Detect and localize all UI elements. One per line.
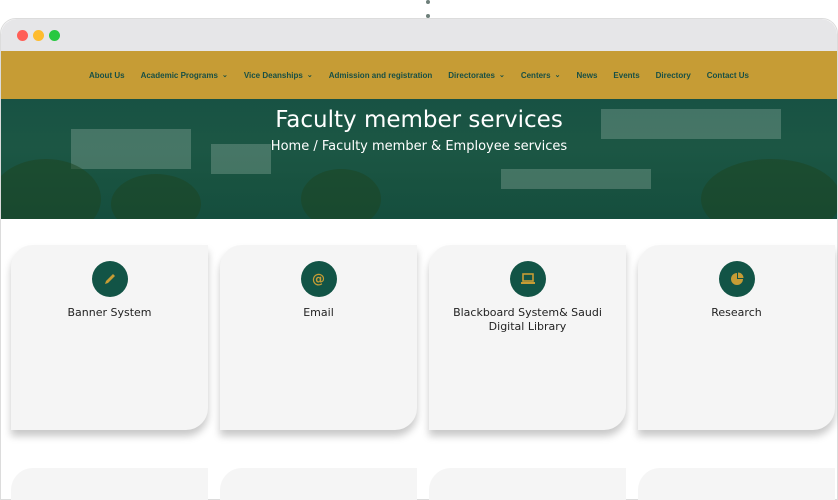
nav-label: Directory: [655, 70, 691, 80]
tree-image: [701, 159, 837, 219]
service-card-blackboard[interactable]: Blackboard System& Saudi Digital Library: [429, 245, 626, 430]
nav-item-about-us[interactable]: About Us: [89, 71, 125, 80]
pencil-icon: [91, 261, 128, 297]
tree-image: [301, 169, 381, 219]
service-card-label: Research: [711, 306, 762, 319]
close-window-button[interactable]: [17, 30, 28, 41]
nav-label: News: [576, 70, 598, 80]
nav-label: Academic Programs: [140, 70, 218, 80]
service-card-research[interactable]: Research: [638, 245, 835, 430]
service-card[interactable]: [429, 468, 626, 500]
chevron-down-icon: ⌄: [498, 72, 505, 79]
chevron-down-icon: ⌄: [221, 72, 228, 79]
nav-item-contact-us[interactable]: Contact Us: [707, 71, 749, 80]
minimize-window-button[interactable]: [33, 30, 44, 41]
page-title: Faculty member services: [275, 107, 563, 133]
service-card-banner-system[interactable]: Banner System: [11, 245, 208, 430]
window-indicator: [426, 0, 430, 20]
chevron-down-icon: ⌄: [554, 72, 561, 79]
maximize-window-button[interactable]: [49, 30, 60, 41]
service-card-label: Banner System: [67, 306, 152, 319]
page-hero-banner: Faculty member services Home / Faculty m…: [1, 99, 837, 219]
chevron-down-icon: ⌄: [306, 72, 313, 79]
nav-item-centers[interactable]: Centers ⌄: [521, 71, 561, 80]
nav-item-directorates[interactable]: Directorates ⌄: [448, 71, 505, 80]
services-grid: Banner System @ Email Blackboard System&…: [0, 245, 838, 445]
campus-road-image: [501, 169, 651, 189]
service-card[interactable]: [11, 468, 208, 500]
nav-label: Centers: [520, 70, 551, 80]
breadcrumb[interactable]: Home / Faculty member & Employee service…: [1, 139, 837, 154]
nav-label: Admission and registration: [328, 70, 433, 80]
window-titlebar: [1, 19, 837, 51]
nav-label: About Us: [89, 70, 125, 80]
at-sign-icon: @: [300, 261, 337, 297]
nav-item-directory[interactable]: Directory: [656, 71, 691, 80]
pie-chart-icon: [718, 261, 755, 297]
nav-label: Contact Us: [706, 70, 749, 80]
nav-item-vice-deanships[interactable]: Vice Deanships ⌄: [244, 71, 313, 80]
nav-item-admission[interactable]: Admission and registration: [329, 71, 433, 80]
service-card-label: Email: [303, 306, 334, 319]
service-card[interactable]: [638, 468, 835, 500]
service-card-label: Blackboard System& Saudi Digital Library: [453, 306, 602, 333]
service-card-email[interactable]: @ Email: [220, 245, 417, 430]
service-card[interactable]: [220, 468, 417, 500]
nav-label: Directorates: [448, 70, 495, 80]
nav-label: Events: [613, 70, 640, 80]
nav-item-academic-programs[interactable]: Academic Programs ⌄: [141, 71, 228, 80]
nav-item-events[interactable]: Events: [613, 71, 639, 80]
nav-item-news[interactable]: News: [577, 71, 598, 80]
nav-label: Vice Deanships: [243, 70, 303, 80]
laptop-icon: [509, 261, 546, 297]
main-navigation: About Us Academic Programs ⌄ Vice Deanshi…: [1, 51, 837, 99]
tree-image: [111, 174, 201, 219]
